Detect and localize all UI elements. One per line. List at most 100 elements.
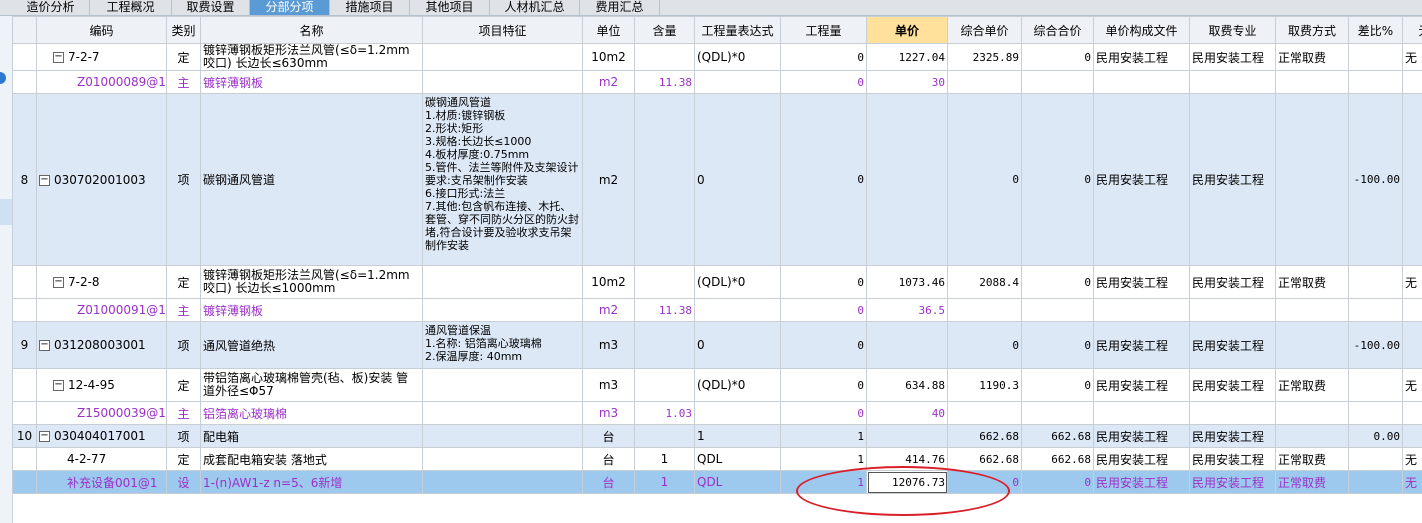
table-row[interactable]: 4-2-77 定 成套配电箱安装 落地式 台 1 QDL 1 414.76 66… xyxy=(12,447,1422,471)
cell-unit[interactable]: m2 xyxy=(582,70,635,94)
col-unit[interactable]: 单位 xyxy=(582,16,635,44)
cell-extra[interactable] xyxy=(1402,93,1422,266)
cell-expr[interactable]: (QDL)*0 xyxy=(694,265,781,299)
cell-spec[interactable]: 民用安装工程 xyxy=(1189,321,1276,369)
cell-code[interactable]: −030404017001 xyxy=(36,424,167,448)
cell-content[interactable] xyxy=(634,424,695,448)
col-expr[interactable]: 工程量表达式 xyxy=(694,16,781,44)
cell-spec[interactable]: 民用安装工程 xyxy=(1189,43,1276,71)
cell-price[interactable]: 634.88 xyxy=(866,368,948,402)
cell-feature[interactable] xyxy=(422,368,583,402)
cell-diff[interactable]: -100.00 xyxy=(1348,321,1403,369)
cell-type[interactable]: 主 xyxy=(166,401,201,425)
cell-code[interactable]: −031208003001 xyxy=(36,321,167,369)
cell-feature[interactable] xyxy=(422,424,583,448)
cell-expr[interactable]: 1 xyxy=(694,424,781,448)
cell-extra[interactable] xyxy=(1402,424,1422,448)
cell-expr[interactable]: 0 xyxy=(694,93,781,266)
cell-content[interactable]: 11.38 xyxy=(634,70,695,94)
cell-comp-price[interactable] xyxy=(947,70,1022,94)
cell-price[interactable]: 1073.46 xyxy=(866,265,948,299)
cell-code[interactable]: −7-2-7 xyxy=(36,43,167,71)
cell-diff[interactable]: -100.00 xyxy=(1348,93,1403,266)
cell-mode[interactable] xyxy=(1275,321,1349,369)
cell-content[interactable]: 1.03 xyxy=(634,401,695,425)
col-mode[interactable]: 取费方式 xyxy=(1275,16,1349,44)
cell-comp-total[interactable] xyxy=(1021,401,1094,425)
cell-comp-price[interactable] xyxy=(947,401,1022,425)
cell-comp-total[interactable]: 0 xyxy=(1021,470,1094,494)
cell-content[interactable] xyxy=(634,93,695,266)
col-code[interactable]: 编码 xyxy=(36,16,167,44)
tab-fee-settings[interactable]: 取费设置 xyxy=(172,0,250,15)
table-row[interactable]: 9 −031208003001 项 通风管道绝热 通风管道保温 1.名称: 铝箔… xyxy=(12,321,1422,369)
cell-code[interactable]: Z01000089@1 xyxy=(36,70,167,94)
cell-expr[interactable] xyxy=(694,298,781,322)
table-row[interactable]: Z15000039@1 主 铝箔离心玻璃棉 m3 1.03 0 40 xyxy=(12,401,1422,425)
col-extra[interactable]: 无 xyxy=(1402,16,1422,44)
cell-comp-price[interactable]: 662.68 xyxy=(947,424,1022,448)
cell-comp-total[interactable]: 0 xyxy=(1021,43,1094,71)
cell-spec[interactable]: 民用安装工程 xyxy=(1189,93,1276,266)
cell-comp-price[interactable] xyxy=(947,298,1022,322)
cell-expr[interactable] xyxy=(694,70,781,94)
collapse-icon[interactable]: − xyxy=(53,52,64,63)
cell-type[interactable]: 项 xyxy=(166,93,201,266)
cell-spec[interactable]: 民用安装工程 xyxy=(1189,368,1276,402)
cell-qty[interactable]: 0 xyxy=(780,265,867,299)
cell-mode[interactable]: 正常取费 xyxy=(1275,265,1349,299)
cell-code[interactable]: 4-2-77 xyxy=(36,447,167,471)
cell-unit[interactable]: 10m2 xyxy=(582,265,635,299)
cell-file[interactable]: 民用安装工程 xyxy=(1093,470,1190,494)
cell-feature[interactable]: 通风管道保温 1.名称: 铝箔离心玻璃棉 2.保温厚度: 40mm xyxy=(422,321,583,369)
tab-divisional-items[interactable]: 分部分项 xyxy=(250,0,330,15)
cell-spec[interactable]: 民用安装工程 xyxy=(1189,470,1276,494)
cell-qty[interactable]: 0 xyxy=(780,93,867,266)
cell-feature[interactable] xyxy=(422,447,583,471)
cell-mode[interactable] xyxy=(1275,298,1349,322)
cell-file[interactable]: 民用安装工程 xyxy=(1093,368,1190,402)
cell-file[interactable] xyxy=(1093,298,1190,322)
cell-feature[interactable] xyxy=(422,470,583,494)
cell-comp-total[interactable]: 0 xyxy=(1021,93,1094,266)
cell-content[interactable] xyxy=(634,43,695,71)
cell-type[interactable]: 定 xyxy=(166,43,201,71)
cell-mode[interactable]: 正常取费 xyxy=(1275,43,1349,71)
col-qty[interactable]: 工程量 xyxy=(780,16,867,44)
cell-comp-price[interactable]: 1190.3 xyxy=(947,368,1022,402)
cell-extra[interactable] xyxy=(1402,321,1422,369)
table-row[interactable]: −7-2-7 定 镀锌薄钢板矩形法兰风管(≤δ=1.2mm咬口) 长边长≤630… xyxy=(12,43,1422,71)
cell-comp-price[interactable]: 0 xyxy=(947,93,1022,266)
cell-content[interactable] xyxy=(634,265,695,299)
cell-comp-total[interactable]: 0 xyxy=(1021,321,1094,369)
cell-spec[interactable] xyxy=(1189,70,1276,94)
table-row[interactable]: 8 −030702001003 项 碳钢通风管道 碳钢通风管道 1.材质:镀锌钢… xyxy=(12,93,1422,266)
col-price[interactable]: 单价 xyxy=(866,16,948,44)
collapse-icon[interactable]: − xyxy=(53,380,64,391)
tab-project-overview[interactable]: 工程概况 xyxy=(90,0,172,15)
cell-unit[interactable]: m2 xyxy=(582,298,635,322)
cell-comp-price[interactable]: 0 xyxy=(947,470,1022,494)
cell-unit[interactable]: 台 xyxy=(582,447,635,471)
cell-extra[interactable]: 无 xyxy=(1402,470,1422,494)
cell-file[interactable] xyxy=(1093,401,1190,425)
tab-other-items[interactable]: 其他项目 xyxy=(410,0,490,15)
cell-comp-total[interactable]: 662.68 xyxy=(1021,424,1094,448)
tab-cost-analysis[interactable]: 造价分析 xyxy=(12,0,90,15)
cell-diff[interactable] xyxy=(1348,470,1403,494)
col-comp-total[interactable]: 综合合价 xyxy=(1021,16,1094,44)
cell-qty[interactable]: 1 xyxy=(780,447,867,471)
cell-unit[interactable]: m3 xyxy=(582,321,635,369)
collapse-icon[interactable]: − xyxy=(39,340,50,351)
cell-feature[interactable] xyxy=(422,401,583,425)
cell-feature[interactable] xyxy=(422,298,583,322)
collapse-icon[interactable]: − xyxy=(39,174,50,186)
cell-code[interactable]: −030702001003 xyxy=(36,93,167,266)
cell-comp-price[interactable]: 2325.89 xyxy=(947,43,1022,71)
cell-unit[interactable]: 台 xyxy=(582,424,635,448)
cell-feature[interactable] xyxy=(422,70,583,94)
cell-file[interactable]: 民用安装工程 xyxy=(1093,447,1190,471)
cell-mode[interactable]: 正常取费 xyxy=(1275,447,1349,471)
cell-mode[interactable] xyxy=(1275,401,1349,425)
table-row[interactable]: −7-2-8 定 镀锌薄钢板矩形法兰风管(≤δ=1.2mm咬口) 长边长≤100… xyxy=(12,265,1422,299)
